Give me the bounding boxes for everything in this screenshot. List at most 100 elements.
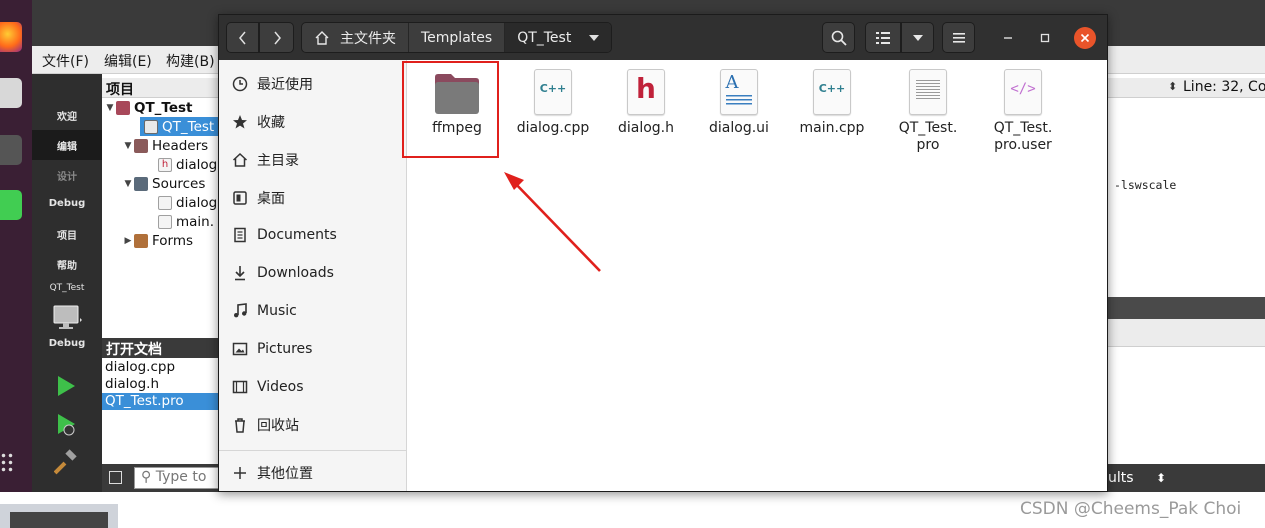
search-results-tab[interactable]: ults ⬍	[1108, 470, 1166, 486]
close-button[interactable]	[1074, 27, 1096, 49]
chevron-updown-icon[interactable]: ⬍	[1168, 80, 1177, 93]
line-column-indicator[interactable]: Line: 32, Col	[1183, 79, 1265, 95]
mode-projects[interactable]: 项目	[32, 219, 102, 249]
main-menu-button[interactable]	[942, 22, 975, 53]
search-button[interactable]	[822, 22, 855, 53]
file-item-dialog-cpp[interactable]: C++ dialog.cpp	[508, 68, 598, 137]
file-name: dialog.ui	[709, 120, 769, 136]
menu-edit[interactable]: 编辑(E)	[104, 51, 152, 71]
mode-help[interactable]: 帮助	[32, 249, 102, 279]
mode-welcome[interactable]: 欢迎	[32, 100, 102, 130]
video-icon	[231, 378, 249, 396]
file-item-qt-test-pro[interactable]: QT_Test. pro	[883, 68, 973, 154]
sidebar-item-recent[interactable]: 最近使用	[219, 67, 406, 101]
music-icon	[231, 302, 249, 320]
files-icon[interactable]	[0, 78, 22, 108]
build-hammer-icon[interactable]	[54, 449, 80, 475]
sidebar-item-label: Videos	[257, 379, 304, 395]
open-doc-item[interactable]: dialog.h	[102, 376, 222, 393]
monitor-icon[interactable]	[52, 304, 82, 332]
sidebar-item-label: 其他位置	[257, 466, 313, 482]
open-doc-item[interactable]: dialog.cpp	[102, 359, 222, 376]
tree-row-pro-file[interactable]: QT_Test	[140, 117, 222, 136]
breadcrumb-home[interactable]: 主文件夹	[302, 23, 409, 52]
tree-row-dialog-h[interactable]: h dialog	[158, 155, 217, 174]
highlight-box	[402, 61, 499, 158]
clock-icon	[231, 75, 249, 93]
terminal-icon[interactable]	[0, 135, 22, 165]
open-doc-item[interactable]: QT_Test.pro	[102, 393, 222, 410]
tree-row-sources[interactable]: ▼ Sources	[122, 174, 206, 193]
chevron-down-icon[interactable]	[589, 34, 600, 41]
sidebar-item-trash[interactable]: 回收站	[219, 408, 406, 442]
sidebar-item-label: 桌面	[257, 191, 285, 207]
sidebar-item-desktop[interactable]: 桌面	[219, 181, 406, 215]
view-options-button[interactable]	[901, 22, 934, 53]
tree-row-forms[interactable]: ▶ Forms	[122, 231, 194, 250]
run-icon[interactable]	[55, 374, 77, 398]
forward-button[interactable]	[259, 22, 294, 53]
maximize-button[interactable]	[1034, 27, 1056, 49]
tree-row-main-cpp[interactable]: main.	[158, 212, 214, 231]
chevron-left-icon	[238, 31, 246, 44]
download-icon	[231, 264, 249, 282]
view-list-button[interactable]	[865, 22, 901, 53]
close-icon	[1080, 33, 1090, 43]
expand-arrow-icon[interactable]: ▶	[122, 236, 134, 246]
sidebar-item-label: 主目录	[257, 153, 299, 169]
sidebar-toggle-icon[interactable]	[109, 471, 122, 484]
sidebar-item-starred[interactable]: 收藏	[219, 105, 406, 139]
debug-run-icon[interactable]	[55, 412, 79, 438]
firefox-icon[interactable]	[0, 22, 22, 52]
breadcrumb-qt-test[interactable]: QT_Test	[505, 23, 612, 52]
file-icon-view: ffmpeg C++ dialog.cpp h dialog.h A dialo…	[402, 60, 1107, 491]
cpp-file-icon: C++	[528, 68, 578, 118]
kit-build-config: Debug	[48, 337, 86, 349]
mode-debug[interactable]: Debug	[32, 188, 102, 218]
file-item-main-cpp[interactable]: C++ main.cpp	[787, 68, 877, 137]
taskbar-thumbnail[interactable]	[0, 504, 118, 528]
sidebar-item-pictures[interactable]: Pictures	[219, 332, 406, 366]
locator-input[interactable]: ⚲ Type to	[134, 467, 224, 489]
apps-grid-icon[interactable]	[0, 452, 14, 474]
results-label: ults	[1108, 470, 1134, 486]
sidebar-item-downloads[interactable]: Downloads	[219, 256, 406, 290]
qtcreator-icon[interactable]	[0, 190, 22, 220]
sidebar-item-label: Documents	[257, 227, 337, 243]
sidebar-item-videos[interactable]: Videos	[219, 370, 406, 404]
expand-arrow-icon[interactable]: ▼	[122, 141, 134, 151]
file-item-dialog-h[interactable]: h dialog.h	[601, 68, 691, 137]
breadcrumb-label: QT_Test	[517, 29, 572, 46]
forms-folder-icon	[134, 233, 148, 248]
search-icon	[831, 30, 847, 46]
sources-folder-icon	[134, 176, 148, 191]
tree-row-dialog-cpp[interactable]: dialog	[158, 193, 217, 212]
minimize-button[interactable]	[997, 27, 1019, 49]
back-button[interactable]	[226, 22, 259, 53]
watermark: CSDN @Cheems_Pak Choi	[1020, 499, 1242, 519]
sidebar-item-label: Pictures	[257, 341, 313, 357]
menu-build[interactable]: 构建(B)	[166, 51, 215, 71]
sidebar-item-other-locations[interactable]: 其他位置	[219, 456, 406, 490]
mode-edit[interactable]: 编辑	[32, 130, 102, 160]
home-icon	[231, 151, 249, 169]
qtcreator-mode-selector: 欢迎 编辑 设计 Debug 项目 帮助 QT_Test Debug	[32, 74, 102, 492]
expand-arrow-icon[interactable]: ▼	[122, 179, 134, 189]
sidebar-item-home[interactable]: 主目录	[219, 143, 406, 177]
project-tree: ▼ QT_Test QT_Test ▼ Headers h dialog ▼ S…	[102, 98, 222, 338]
pro-file-icon	[144, 119, 158, 134]
output-pane-bar	[1108, 297, 1265, 319]
expand-arrow-icon[interactable]: ▼	[104, 103, 116, 113]
sidebar-item-documents[interactable]: Documents	[219, 218, 406, 252]
tree-row-headers[interactable]: ▼ Headers	[122, 136, 209, 155]
breadcrumb-label: Templates	[421, 29, 493, 46]
file-item-dialog-ui[interactable]: A dialog.ui	[694, 68, 784, 137]
file-item-qt-test-pro-user[interactable]: </> QT_Test. pro.user	[978, 68, 1068, 154]
cpp-file-icon	[158, 195, 172, 210]
breadcrumb-templates[interactable]: Templates	[409, 23, 506, 52]
kit-name: QT_Test	[49, 283, 85, 293]
mode-design[interactable]: 设计	[32, 160, 102, 190]
menu-file[interactable]: 文件(F)	[42, 51, 89, 71]
sidebar-item-music[interactable]: Music	[219, 294, 406, 328]
tree-row-project[interactable]: ▼ QT_Test	[104, 98, 193, 117]
